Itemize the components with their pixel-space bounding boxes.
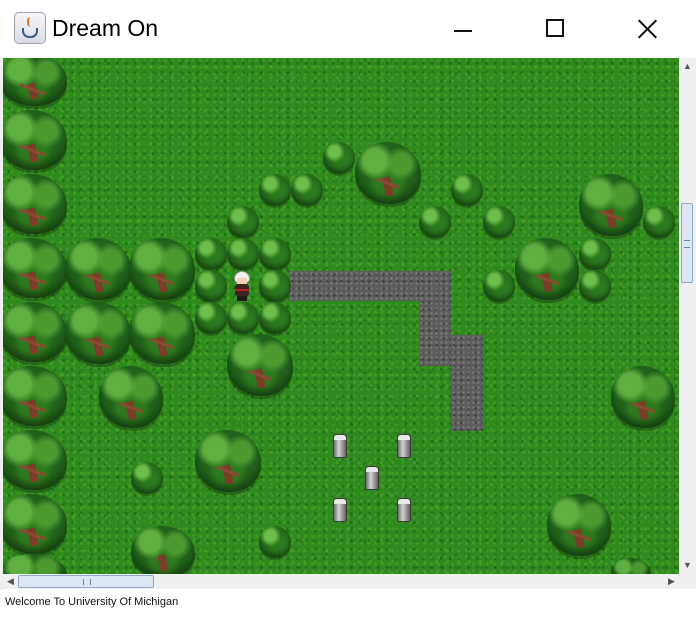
tree (355, 142, 421, 204)
tree (547, 494, 611, 556)
stone-post (333, 434, 347, 458)
tree (195, 430, 261, 492)
bush (291, 174, 323, 206)
title-bar: Dream On (0, 0, 696, 58)
game-canvas[interactable] (3, 58, 679, 574)
bush (483, 270, 515, 302)
bush (483, 206, 515, 238)
scrollbar-corner (679, 574, 696, 589)
tree (3, 494, 67, 554)
vertical-scroll-thumb[interactable] (681, 203, 693, 283)
tree (65, 302, 131, 364)
bush (227, 238, 259, 270)
tree (99, 366, 163, 428)
tree (3, 174, 67, 234)
bush (195, 302, 227, 334)
bush (579, 270, 611, 302)
stone-post (397, 498, 411, 522)
bush (259, 526, 291, 558)
tree (579, 174, 643, 236)
scroll-left-icon[interactable]: ◀ (3, 574, 18, 589)
tree (3, 238, 67, 298)
tree (3, 366, 67, 426)
minimize-icon (454, 30, 472, 32)
horizontal-scrollbar[interactable]: ◀ ▶ (3, 574, 679, 589)
tree (515, 238, 579, 300)
stone-path (451, 335, 483, 431)
horizontal-scroll-thumb[interactable] (18, 575, 154, 588)
bush (227, 206, 259, 238)
bush (195, 238, 227, 270)
minimize-button[interactable] (440, 6, 486, 52)
bush (195, 270, 227, 302)
bush (451, 174, 483, 206)
tree (131, 526, 195, 574)
tree (3, 110, 67, 170)
scroll-up-icon[interactable]: ▲ (679, 58, 696, 75)
java-icon (14, 12, 46, 44)
tree (129, 302, 195, 364)
stone-post (397, 434, 411, 458)
player-character (233, 271, 251, 301)
bush (579, 238, 611, 270)
bush (131, 462, 163, 494)
status-message: Welcome To University Of Michigan (5, 596, 179, 608)
bush (227, 302, 259, 334)
stone-post (365, 466, 379, 490)
close-button[interactable] (624, 6, 670, 52)
window-title: Dream On (52, 15, 159, 41)
tree (3, 302, 67, 362)
scroll-down-icon[interactable]: ▼ (679, 557, 696, 574)
tree (129, 238, 195, 300)
tree (65, 238, 131, 300)
bush (259, 302, 291, 334)
maximize-button[interactable] (532, 6, 578, 52)
bush (323, 142, 355, 174)
scroll-right-icon[interactable]: ▶ (664, 574, 679, 589)
bush (643, 206, 675, 238)
tree (3, 430, 67, 490)
bush (419, 206, 451, 238)
tree (611, 366, 675, 428)
bush (259, 270, 291, 302)
tree (227, 334, 293, 396)
maximize-icon (546, 19, 564, 37)
stone-post (333, 498, 347, 522)
tree (3, 58, 67, 106)
vertical-scrollbar[interactable]: ▲ ▼ (679, 58, 696, 574)
bush (259, 238, 291, 270)
bush (259, 174, 291, 206)
